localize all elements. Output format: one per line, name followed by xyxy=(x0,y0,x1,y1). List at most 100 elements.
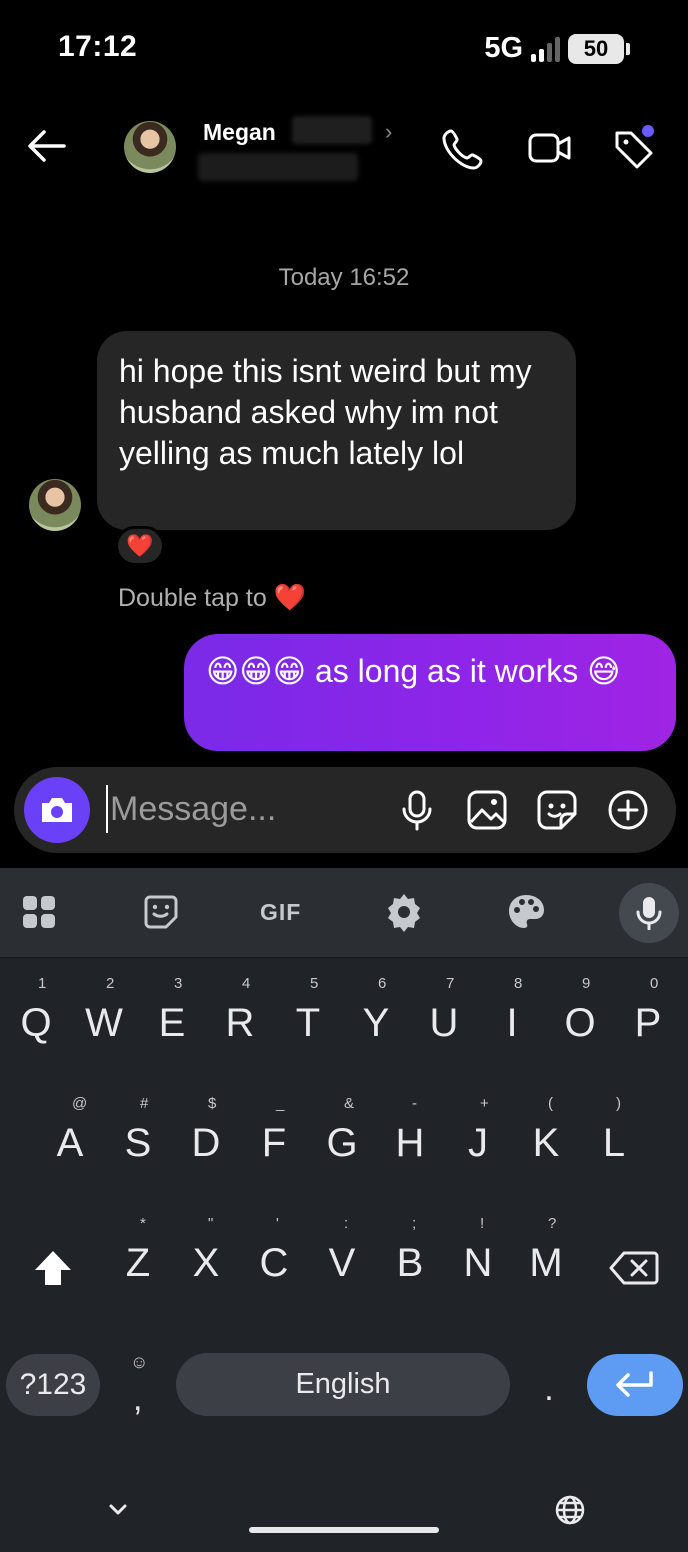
chevron-right-icon[interactable]: › xyxy=(385,119,392,145)
key-hint: : xyxy=(344,1215,349,1232)
key-hint: & xyxy=(344,1095,355,1112)
key-hint: " xyxy=(208,1215,214,1232)
chat-header: Megan › xyxy=(0,105,688,195)
key-label: Y xyxy=(362,1001,390,1045)
key-k[interactable]: (K xyxy=(518,1095,574,1175)
redacted-username xyxy=(198,153,358,181)
key-w[interactable]: 2W xyxy=(76,975,132,1055)
key-hint: 4 xyxy=(242,975,251,992)
language-globe-icon[interactable] xyxy=(552,1492,588,1528)
notification-dot xyxy=(642,125,654,137)
key-label: H xyxy=(395,1121,425,1165)
key-hint: $ xyxy=(208,1095,217,1112)
key-u[interactable]: 7U xyxy=(416,975,472,1055)
double-tap-hint: Double tap to ❤️ xyxy=(118,582,306,613)
sticker-icon[interactable] xyxy=(535,788,579,832)
add-icon[interactable] xyxy=(606,788,650,832)
shift-key-icon[interactable] xyxy=(24,1242,82,1294)
key-y[interactable]: 6Y xyxy=(348,975,404,1055)
key-n[interactable]: ! N xyxy=(450,1215,506,1295)
sticker-icon[interactable] xyxy=(139,890,183,934)
contact-avatar[interactable] xyxy=(124,121,176,173)
key-t[interactable]: 5T xyxy=(280,975,336,1055)
key-label: B xyxy=(396,1241,424,1285)
key-p[interactable]: 0P xyxy=(620,975,676,1055)
settings-gear-icon[interactable] xyxy=(382,890,426,934)
apps-grid-icon[interactable] xyxy=(17,890,61,934)
key-hint: 0 xyxy=(650,975,659,992)
key-c[interactable]: ' C xyxy=(246,1215,302,1295)
key-label: M xyxy=(529,1241,563,1285)
outgoing-message-bubble[interactable]: 😁😁😁 as long as it works 😅 xyxy=(184,634,676,751)
gallery-icon[interactable] xyxy=(465,788,509,832)
key-hint: @ xyxy=(72,1095,88,1112)
key-label: X xyxy=(192,1241,220,1285)
enter-key[interactable] xyxy=(587,1354,683,1416)
key-label: Z xyxy=(125,1241,151,1285)
camera-button[interactable] xyxy=(24,777,90,843)
space-bar[interactable]: English xyxy=(176,1353,510,1416)
key-b[interactable]: ; B xyxy=(382,1215,438,1295)
hide-keyboard-chevron-icon[interactable] xyxy=(100,1492,136,1528)
video-call-icon[interactable] xyxy=(527,125,573,171)
key-label: V xyxy=(328,1241,356,1285)
voice-input-button[interactable] xyxy=(619,883,679,943)
key-x[interactable]: " X xyxy=(178,1215,234,1295)
key-f[interactable]: _ F xyxy=(246,1095,302,1175)
key-label: Q xyxy=(20,1001,52,1045)
key-hint: 2 xyxy=(106,975,115,992)
key-label: G xyxy=(326,1121,358,1165)
status-time: 17:12 xyxy=(58,30,138,63)
redacted-surname xyxy=(292,116,372,144)
key-l[interactable]: ) L xyxy=(586,1095,642,1175)
back-arrow-icon[interactable] xyxy=(24,123,70,169)
key-hint: 8 xyxy=(514,975,523,992)
key-o[interactable]: 9O xyxy=(552,975,608,1055)
status-bar: 17:12 5G 50 xyxy=(0,0,688,100)
microphone-icon[interactable] xyxy=(395,788,439,832)
keyboard: G I F xyxy=(0,868,688,1552)
comma-key[interactable]: ☺ , xyxy=(118,1352,160,1422)
key-label: I xyxy=(506,1001,518,1045)
heart-reaction[interactable]: ❤️ xyxy=(115,526,165,566)
comma-label: , xyxy=(133,1380,143,1418)
theme-palette-icon[interactable] xyxy=(504,890,548,934)
incoming-message-bubble[interactable]: hi hope this isnt weird but my husband a… xyxy=(97,331,576,530)
symbols-key[interactable]: ?123 xyxy=(6,1354,100,1416)
message-timestamp: Today 16:52 xyxy=(278,264,410,291)
key-label: N xyxy=(463,1241,493,1285)
gif-button[interactable]: GIF xyxy=(260,899,301,926)
key-m[interactable]: ? M xyxy=(518,1215,574,1295)
status-indicators: 5G 50 xyxy=(484,32,630,65)
key-label: O xyxy=(564,1001,596,1045)
message-input[interactable] xyxy=(106,785,376,833)
key-hint: 5 xyxy=(310,975,319,992)
backspace-key-icon[interactable] xyxy=(603,1244,665,1292)
key-j[interactable]: + J xyxy=(450,1095,506,1175)
sender-avatar[interactable] xyxy=(29,479,81,531)
contact-name[interactable]: Megan xyxy=(203,119,276,146)
battery-level: 50 xyxy=(568,33,624,64)
key-hint: ' xyxy=(276,1215,279,1232)
key-q[interactable]: 1Q xyxy=(8,975,64,1055)
key-a[interactable]: @ A xyxy=(42,1095,98,1175)
period-key[interactable]: . xyxy=(532,1370,566,1416)
key-z[interactable]: * Z xyxy=(110,1215,166,1295)
phone-call-icon[interactable] xyxy=(441,125,487,171)
key-r[interactable]: 4R xyxy=(212,975,268,1055)
key-hint: 1 xyxy=(38,975,47,992)
key-hint: - xyxy=(412,1095,417,1112)
key-s[interactable]: # S xyxy=(110,1095,166,1175)
key-hint: 6 xyxy=(378,975,387,992)
key-h[interactable]: -H xyxy=(382,1095,438,1175)
key-hint: ) xyxy=(616,1095,621,1112)
key-g[interactable]: & G xyxy=(314,1095,370,1175)
key-i[interactable]: 8I xyxy=(484,975,540,1055)
double-tap-text: Double tap to xyxy=(118,584,267,612)
key-d[interactable]: $ D xyxy=(178,1095,234,1175)
key-label: K xyxy=(532,1121,560,1165)
key-e[interactable]: 3E xyxy=(144,975,200,1055)
navigation-handle[interactable] xyxy=(249,1527,439,1533)
key-v[interactable]: :V xyxy=(314,1215,370,1295)
key-hint: * xyxy=(140,1215,146,1232)
